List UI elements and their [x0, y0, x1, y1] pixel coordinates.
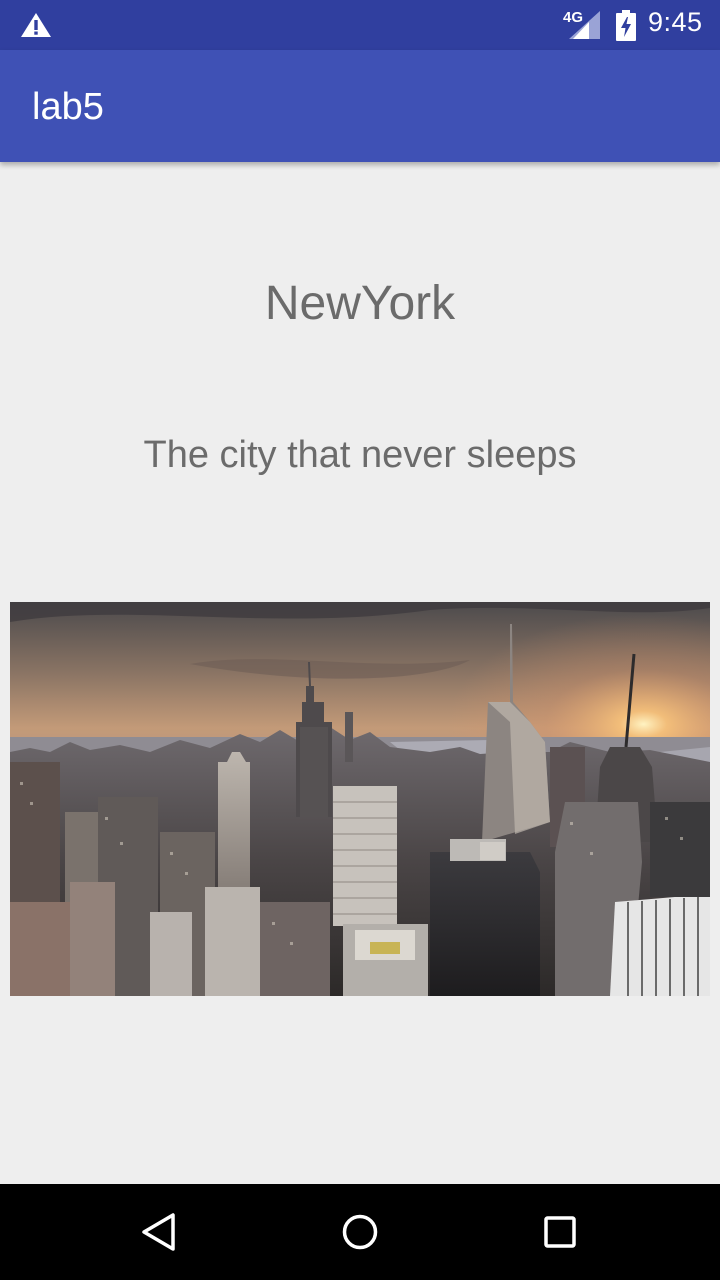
app-title: lab5 — [32, 86, 104, 128]
skyline-photo-icon — [10, 602, 710, 996]
home-icon[interactable] — [340, 1212, 380, 1252]
status-bar: 4G 9:45 — [0, 0, 720, 50]
status-clock: 9:45 — [648, 7, 703, 37]
screen: 4G 9:45 lab5 NewYork The city that never… — [0, 0, 720, 1280]
network-type-label: 4G — [563, 9, 584, 26]
new-york-skyline-image — [10, 602, 710, 996]
warning-icon — [21, 13, 51, 37]
city-name-heading: NewYork — [264, 277, 456, 330]
navigation-bar — [0, 1184, 720, 1280]
recents-icon[interactable] — [540, 1212, 580, 1252]
battery-charging-icon — [616, 10, 636, 41]
city-tagline: The city that never sleeps — [143, 434, 577, 476]
back-icon[interactable] — [139, 1212, 179, 1252]
app-bar: lab5 — [0, 50, 720, 162]
